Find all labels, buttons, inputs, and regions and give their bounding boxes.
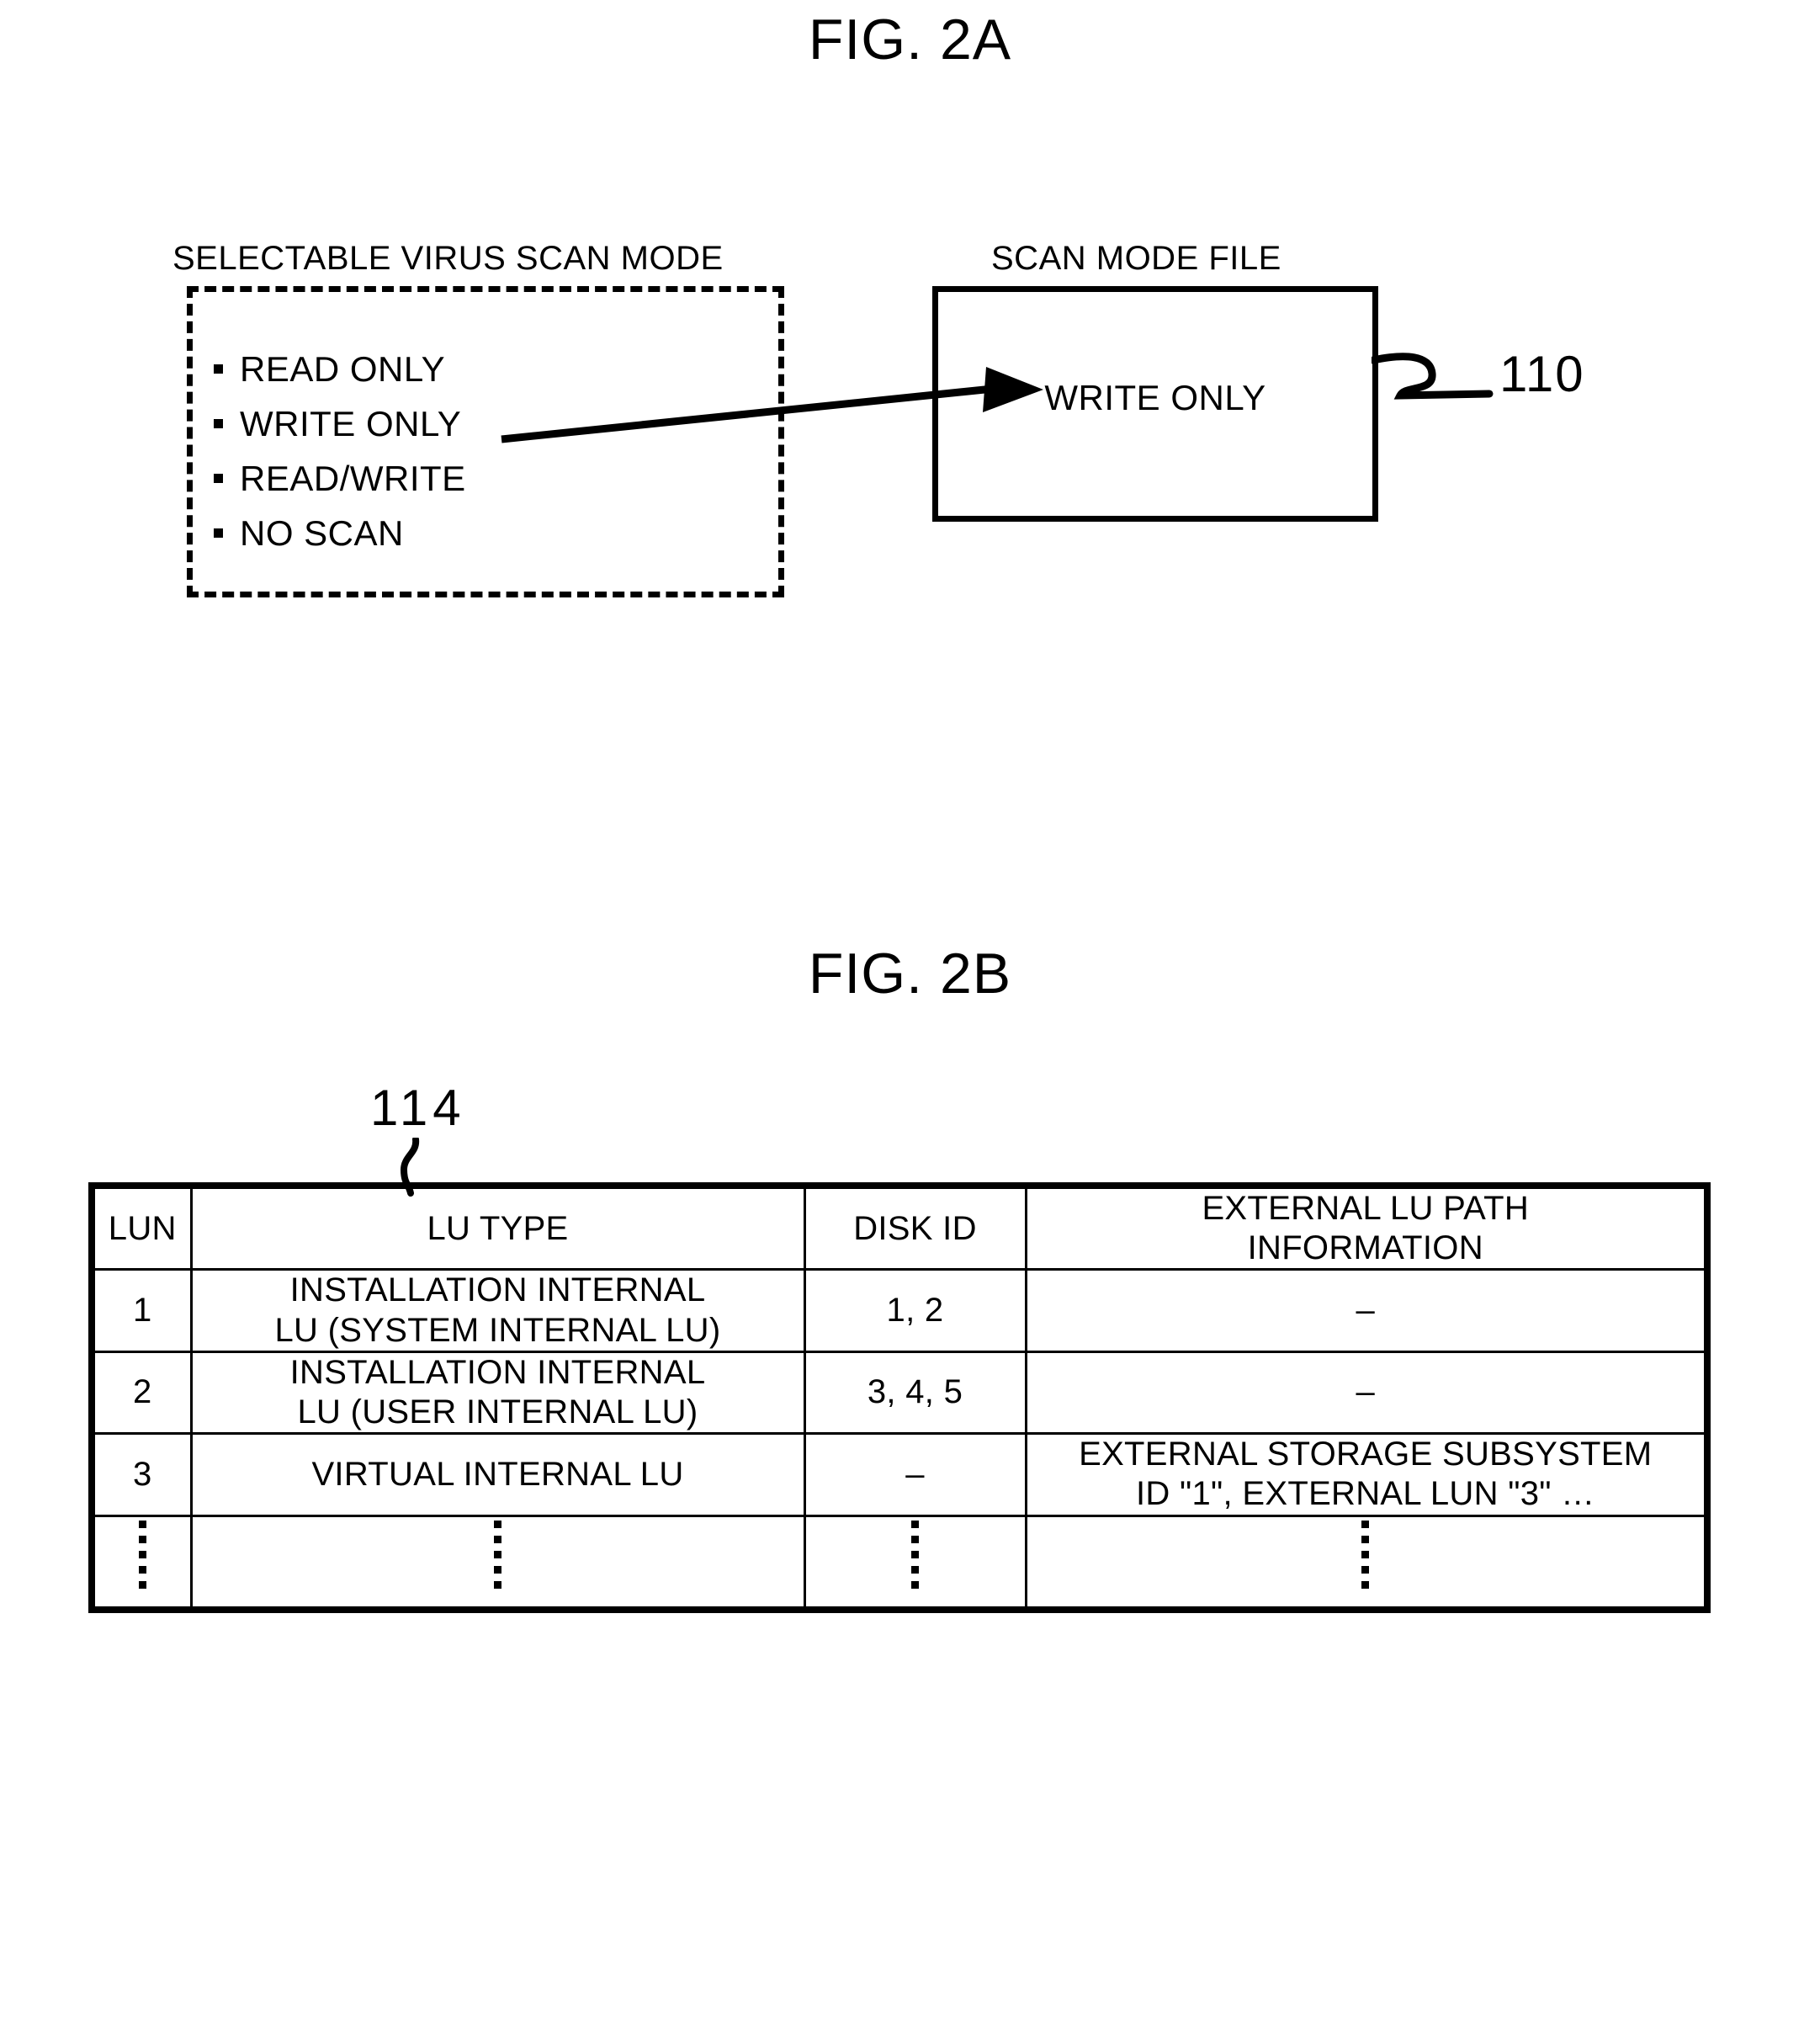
vertical-ellipsis-icon [138, 1521, 146, 1594]
selection-arrow-icon [501, 367, 1043, 443]
column-header-line: INFORMATION [1247, 1229, 1483, 1267]
cell-disk-id: 1, 2 [803, 1268, 1027, 1353]
cell-disk-id-continuation [803, 1514, 1027, 1611]
cell-line: LU (SYSTEM INTERNAL LU) [274, 1311, 721, 1349]
cell-disk-id: 3, 4, 5 [803, 1350, 1027, 1436]
list-item[interactable]: READ ONLY [214, 342, 466, 396]
table-row-continuation [90, 1514, 1709, 1611]
cell-line: VIRTUAL INTERNAL LU [311, 1455, 684, 1493]
cell-line: INSTALLATION INTERNAL [289, 1353, 706, 1391]
cell-lu-type: INSTALLATION INTERNAL LU (SYSTEM INTERNA… [189, 1268, 806, 1353]
mode-label: READ/WRITE [240, 459, 466, 498]
vertical-ellipsis-icon [1361, 1521, 1370, 1594]
table-row: 3 VIRTUAL INTERNAL LU – EXTERNAL STORAGE… [90, 1432, 1709, 1517]
cell-external-lu-path-continuation [1024, 1514, 1709, 1611]
vertical-ellipsis-icon [911, 1521, 919, 1594]
cell-lun-continuation [90, 1514, 193, 1611]
column-header-line: EXTERNAL LU PATH [1202, 1190, 1530, 1227]
bullet-icon [214, 419, 223, 429]
list-item[interactable]: READ/WRITE [214, 451, 466, 506]
cell-lu-type-continuation [189, 1514, 806, 1611]
vertical-ellipsis-icon [494, 1521, 501, 1594]
cell-lun: 2 [90, 1350, 193, 1436]
table-row: 2 INSTALLATION INTERNAL LU (USER INTERNA… [90, 1350, 1709, 1436]
table-row: 1 INSTALLATION INTERNAL LU (SYSTEM INTER… [90, 1268, 1709, 1353]
figure-2b-title: FIG. 2B [808, 942, 1012, 1006]
cell-external-lu-path: EXTERNAL STORAGE SUBSYSTEM ID "1", EXTER… [1024, 1432, 1709, 1517]
cell-lu-type: VIRTUAL INTERNAL LU [189, 1432, 806, 1517]
cell-line: EXTERNAL STORAGE SUBSYSTEM [1079, 1436, 1653, 1473]
mode-label: READ ONLY [240, 349, 446, 389]
mode-label: WRITE ONLY [240, 404, 462, 443]
column-header-lun: LUN [90, 1184, 193, 1271]
bullet-icon [214, 528, 223, 539]
selectable-virus-scan-mode-caption: SELECTABLE VIRUS SCAN MODE [172, 240, 724, 277]
cell-disk-id: – [803, 1432, 1027, 1517]
cell-lu-type: INSTALLATION INTERNAL LU (USER INTERNAL … [189, 1350, 806, 1436]
figure-2a-title: FIG. 2A [808, 8, 1012, 72]
column-header-lu-type: LU TYPE [189, 1184, 806, 1271]
bullet-icon [214, 364, 223, 374]
cell-line: – [1356, 1291, 1376, 1329]
cell-external-lu-path: – [1024, 1350, 1709, 1436]
cell-external-lu-path: – [1024, 1268, 1709, 1353]
reference-numeral-114: 114 [370, 1080, 466, 1136]
cell-line: – [1356, 1373, 1376, 1411]
bullet-icon [214, 474, 223, 484]
column-header-external-lu-path: EXTERNAL LU PATH INFORMATION [1024, 1184, 1709, 1271]
virus-scan-mode-list: READ ONLY WRITE ONLY READ/WRITE NO SCAN [214, 342, 466, 560]
list-item[interactable]: WRITE ONLY [214, 396, 466, 451]
cell-lun: 1 [90, 1268, 193, 1353]
scan-mode-file-caption: SCAN MODE FILE [991, 240, 1281, 277]
list-item[interactable]: NO SCAN [214, 506, 466, 560]
table-header-row: LUN LU TYPE DISK ID EXTERNAL LU PATH INF… [90, 1184, 1709, 1271]
cell-line: LU (USER INTERNAL LU) [297, 1393, 698, 1430]
leader-line-110-icon [1372, 353, 1494, 400]
cell-line: INSTALLATION INTERNAL [289, 1271, 706, 1309]
cell-line: ID "1", EXTERNAL LUN "3" … [1136, 1475, 1595, 1513]
column-header-disk-id: DISK ID [803, 1184, 1027, 1271]
cell-lun: 3 [90, 1432, 193, 1517]
reference-numeral-110: 110 [1499, 346, 1585, 402]
lu-management-table: LUN LU TYPE DISK ID EXTERNAL LU PATH INF… [88, 1182, 1711, 1613]
mode-label: NO SCAN [240, 513, 404, 553]
